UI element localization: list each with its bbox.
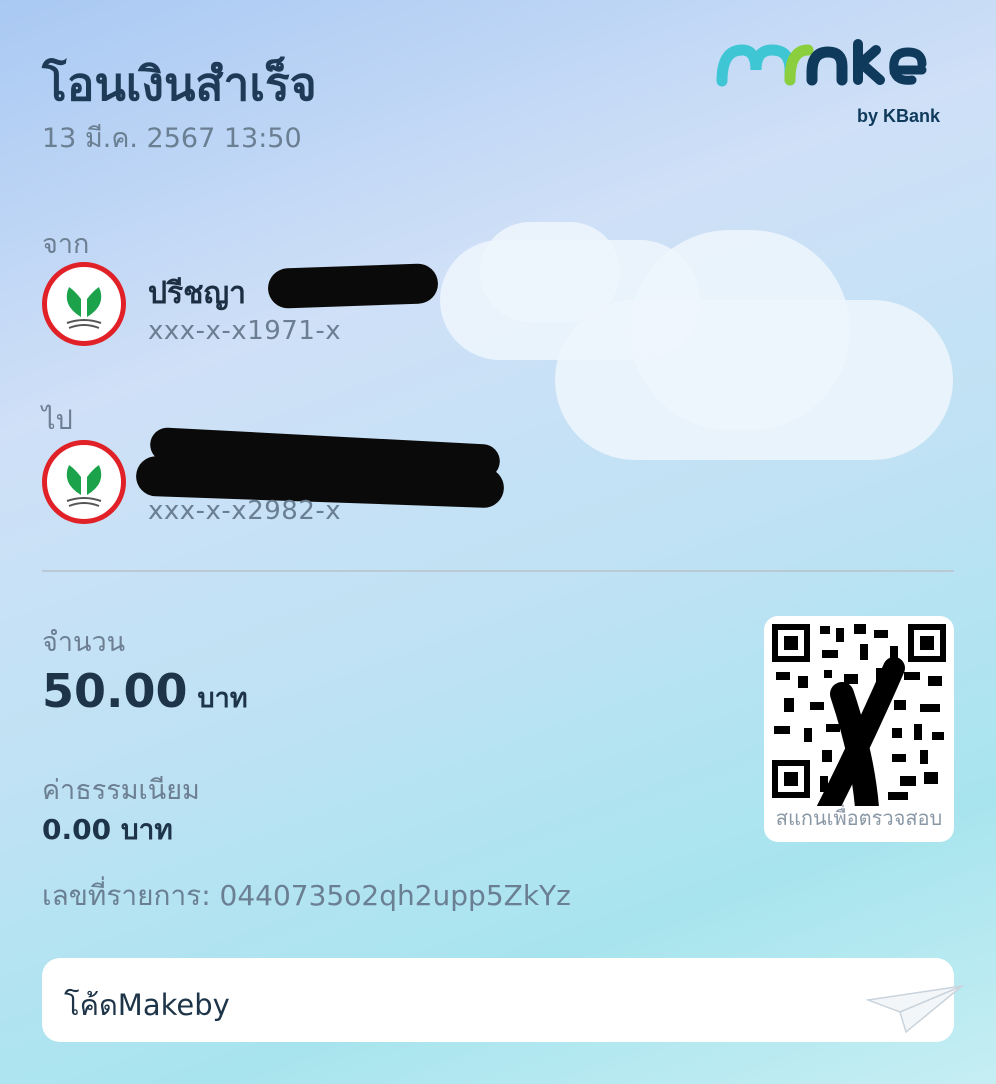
sender-name: ปรีชญา — [148, 276, 246, 311]
amount-number: 50.00 — [42, 664, 188, 718]
qr-caption: สแกนเพื่อตรวจสอบ — [775, 806, 943, 830]
verification-qr-card[interactable]: สแกนเพื่อตรวจสอบ — [764, 616, 954, 842]
brand-sub-text: by KBank — [857, 106, 941, 126]
fee-label: ค่าธรรมเนียม — [42, 775, 200, 806]
transaction-reference: เลขที่รายการ: 0440735o2qh2upp5ZkYz — [42, 879, 571, 912]
from-label: จาก — [42, 229, 90, 260]
cloud-decoration — [630, 230, 850, 430]
page-title: โอนเงินสำเร็จ — [42, 57, 317, 111]
make-by-kbank-logo: by KBank — [716, 39, 941, 126]
to-label: ไป — [42, 405, 73, 436]
fee-value: 0.00 บาท — [42, 813, 173, 846]
kbank-leaf-icon — [42, 262, 126, 346]
memo-text: โค้ดMakeby — [64, 988, 230, 1022]
paper-plane-icon — [866, 984, 965, 1034]
transaction-datetime: 13 มี.ค. 2567 13:50 — [42, 123, 302, 154]
redaction-mark — [267, 263, 439, 309]
amount-label: จำนวน — [42, 627, 126, 658]
amount-unit: บาท — [197, 683, 248, 714]
sender-account: xxx-x-x1971-x — [148, 316, 342, 346]
divider — [42, 570, 954, 572]
recipient-account: xxx-x-x2982-x — [148, 496, 342, 526]
memo-box: โค้ดMakeby — [42, 958, 965, 1042]
qr-code — [772, 624, 946, 806]
kbank-leaf-icon — [42, 440, 126, 524]
amount-value: 50.00 บาท — [42, 664, 248, 719]
cloud-decoration — [480, 222, 620, 322]
